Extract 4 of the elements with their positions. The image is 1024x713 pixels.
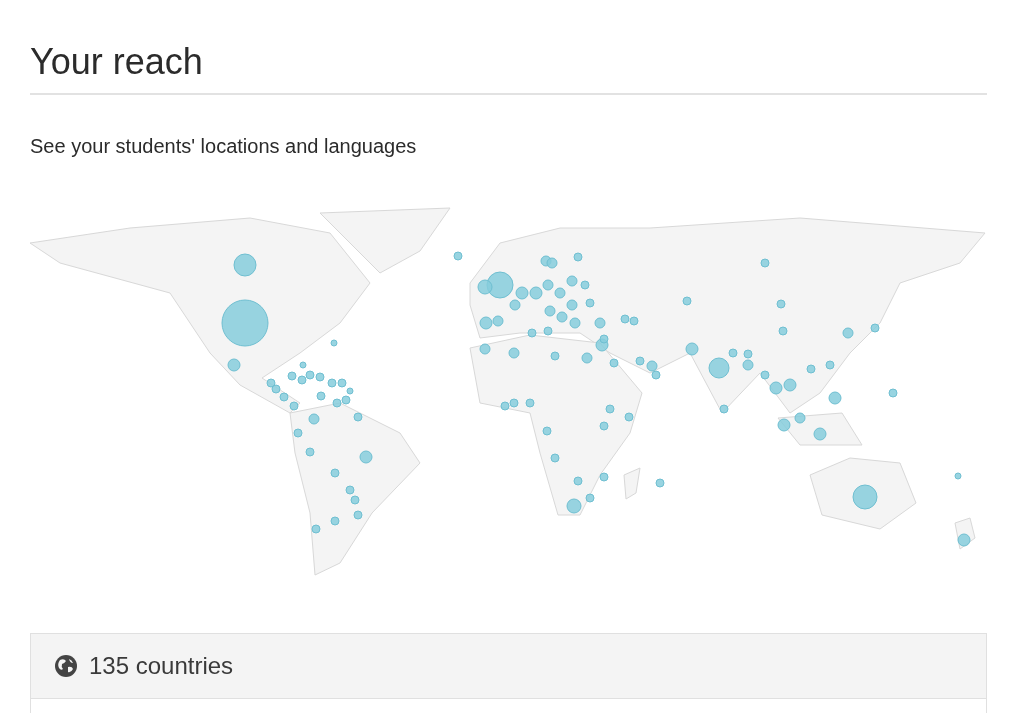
countries-count: 135 countries: [89, 652, 234, 680]
globe-icon: [55, 655, 77, 677]
page-title: Your reach: [30, 40, 204, 84]
subtitle: See your students' locations and languages: [30, 134, 418, 159]
